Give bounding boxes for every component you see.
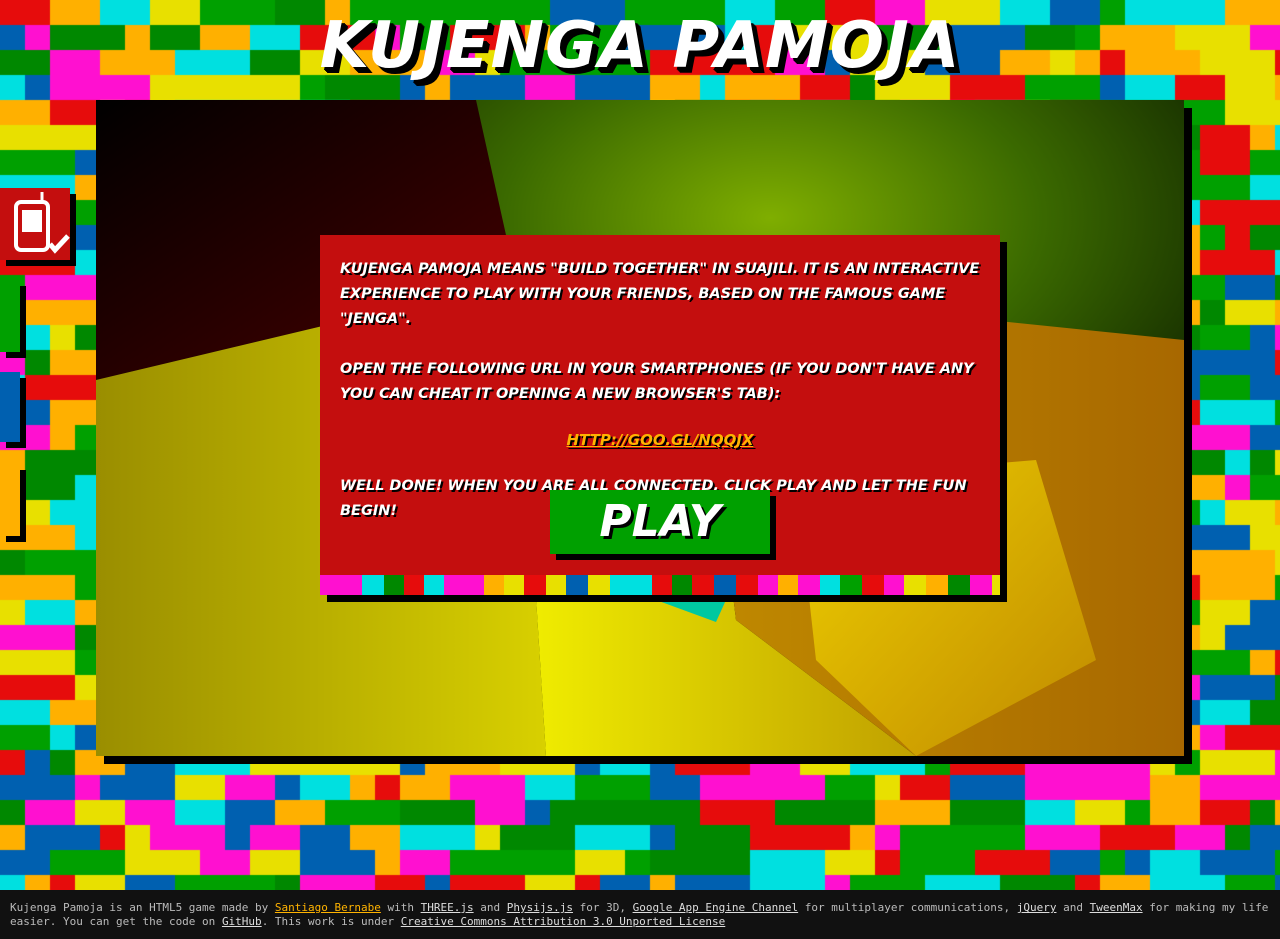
- strip-block: [610, 575, 630, 595]
- strip-block: [798, 575, 820, 595]
- strip-block: [504, 575, 524, 595]
- strip-block: [862, 575, 884, 595]
- strip-block: [948, 575, 970, 595]
- strip-block: [362, 575, 384, 595]
- instructions-url-text: Open the following URL in your smartphon…: [340, 361, 974, 402]
- channel-link[interactable]: Google App Engine Channel: [633, 901, 799, 914]
- strip-block: [992, 575, 1000, 595]
- strip-block: [778, 575, 798, 595]
- instructions-dialog: Kujenga Pamoja means "build together" in…: [320, 235, 1000, 595]
- github-link[interactable]: GitHub: [222, 915, 262, 928]
- side-block-orange: [0, 464, 20, 536]
- physijs-link[interactable]: Physijs.js: [507, 901, 573, 914]
- play-button[interactable]: Play: [550, 490, 770, 554]
- smartphone-check-icon: [14, 192, 70, 254]
- game-title: Kujenga Pamoja: [319, 9, 961, 83]
- strip-block: [672, 575, 692, 595]
- footer-text-1: Kujenga Pamoja is an HTML5 game made by: [10, 901, 269, 914]
- strip-block: [714, 575, 736, 595]
- footer-text-2: with: [387, 901, 415, 914]
- side-block-green: [0, 280, 20, 352]
- footer-text-8: . This work is under: [261, 915, 395, 928]
- strip-block: [840, 575, 862, 595]
- strip-block: [692, 575, 714, 595]
- strip-block: [320, 575, 342, 595]
- strip-block: [926, 575, 948, 595]
- strip-block: [524, 575, 546, 595]
- strip-block: [484, 575, 504, 595]
- strip-block: [904, 575, 926, 595]
- panel-color-strip: [320, 575, 1000, 595]
- threejs-link[interactable]: THREE.js: [421, 901, 474, 914]
- credits-footer: Kujenga Pamoja is an HTML5 game made by …: [0, 890, 1280, 939]
- strip-block: [630, 575, 652, 595]
- footer-text-5: for multiplayer communications,: [804, 901, 1011, 914]
- smartphone-connect-button[interactable]: [0, 188, 70, 260]
- license-link[interactable]: Creative Commons Attribution 3.0 Unporte…: [401, 915, 726, 928]
- footer-text-3: and: [480, 901, 501, 914]
- author-link[interactable]: Santiago Bernabe: [275, 901, 381, 914]
- strip-block: [758, 575, 778, 595]
- strip-block: [566, 575, 588, 595]
- strip-block: [820, 575, 840, 595]
- join-url-link[interactable]: http://goo.gl/nQqjx: [340, 428, 980, 453]
- strip-block: [652, 575, 672, 595]
- strip-block: [384, 575, 404, 595]
- strip-block: [444, 575, 464, 595]
- tweenmax-link[interactable]: TweenMax: [1090, 901, 1143, 914]
- strip-block: [342, 575, 362, 595]
- strip-block: [404, 575, 424, 595]
- strip-block: [884, 575, 904, 595]
- strip-block: [736, 575, 758, 595]
- strip-block: [464, 575, 484, 595]
- strip-block: [588, 575, 610, 595]
- footer-text-6: and: [1063, 901, 1083, 914]
- strip-block: [424, 575, 444, 595]
- jquery-link[interactable]: jQuery: [1017, 901, 1057, 914]
- strip-block: [970, 575, 992, 595]
- strip-block: [546, 575, 566, 595]
- side-block-blue: [0, 372, 20, 442]
- intro-text: Kujenga Pamoja means "build together" in…: [340, 261, 980, 327]
- footer-text-4: for 3D,: [579, 901, 626, 914]
